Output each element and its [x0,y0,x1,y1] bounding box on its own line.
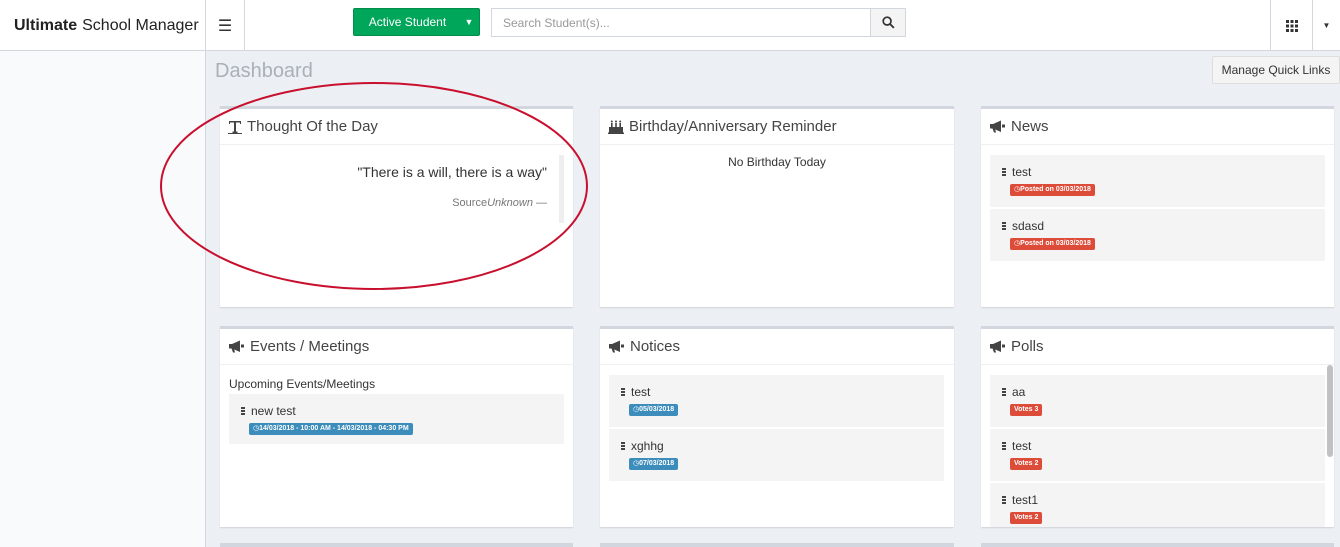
news-date-badge: ◷Posted on 03/03/2018 [1010,238,1095,250]
birthday-cake-icon [608,120,624,134]
news-date-badge: ◷Posted on 03/03/2018 [1010,184,1095,196]
sidebar [0,51,206,547]
thought-of-day-box: Thought Of the Day "There is a will, the… [220,106,573,307]
notices-box: Notices test ◷05/03/2018 xghhg ◷07/03/20… [600,326,954,527]
list-bars-icon [1002,441,1007,451]
poll-votes-badge: Votes 2 [1010,512,1043,524]
grid-icon [1285,19,1298,32]
next-row-box [220,543,573,547]
caret-down-icon[interactable]: ▼ [459,17,479,27]
birthday-title: Birthday/Anniversary Reminder [629,118,837,135]
top-navbar: Ultimate School Manager ☰ Active Student… [0,0,1340,51]
source-dash: — [532,197,547,209]
manage-quick-links-button[interactable]: Manage Quick Links [1212,56,1340,84]
poll-item-title: test1 [1012,493,1039,507]
notice-date-badge: ◷07/03/2018 [629,458,679,470]
notice-item-title: test [631,385,651,399]
next-row-box [981,543,1334,547]
event-item[interactable]: new test ◷14/03/2018 - 10:00 AM - 14/03/… [229,394,564,444]
polls-scrollbar[interactable] [1327,365,1333,457]
app-brand[interactable]: Ultimate School Manager [0,0,206,51]
events-meetings-box: Events / Meetings Upcoming Events/Meetin… [220,326,573,527]
news-box: News test ◷Posted on 03/03/2018 sdasd ◷P… [981,106,1334,307]
search-icon [881,16,895,29]
thought-source: SourceUnknown — [452,197,547,209]
events-title: Events / Meetings [250,338,370,355]
poll-votes-badge: Votes 3 [1010,404,1043,416]
poll-votes-badge: Votes 2 [1010,458,1043,470]
event-date-text: 14/03/2018 - 10:00 AM - 14/03/2018 - 04:… [259,425,409,432]
notice-item-title: xghhg [631,439,664,453]
list-bars-icon [621,387,626,397]
list-bars-icon [1002,495,1007,505]
list-bars-icon [621,441,626,451]
thought-box-header: Thought Of the Day [220,109,573,145]
search-input[interactable] [491,8,871,37]
active-student-button[interactable]: Active Student ▼ [353,8,480,36]
news-box-header: News [981,109,1334,145]
poll-item[interactable]: test Votes 2 [990,429,1325,481]
apps-menu-button[interactable] [1270,0,1313,51]
notices-title: Notices [630,338,681,355]
bullhorn-icon [990,340,1005,353]
event-date-badge: ◷14/03/2018 - 10:00 AM - 14/03/2018 - 04… [249,423,413,435]
news-item[interactable]: test ◷Posted on 03/03/2018 [990,155,1325,207]
sidebar-toggle-button[interactable]: ☰ [206,0,245,51]
bullhorn-icon [229,340,244,353]
bullhorn-icon [990,120,1005,133]
polls-box-header: Polls [981,329,1334,365]
notice-item[interactable]: xghhg ◷07/03/2018 [609,429,944,481]
brand-rest: School Manager [82,16,199,34]
event-item-title: new test [251,404,296,418]
birthday-box-header: Birthday/Anniversary Reminder [600,109,954,145]
hamburger-icon: ☰ [217,17,233,35]
notice-date-text: 07/03/2018 [639,460,675,467]
poll-item[interactable]: test1 Votes 2 [990,483,1325,527]
caret-down-icon: ▼ [1322,21,1331,30]
list-bars-icon [1002,387,1007,397]
news-item-title: sdasd [1012,219,1045,233]
text-cursor-icon [228,120,242,134]
news-date-text: Posted on 03/03/2018 [1020,186,1091,193]
birthday-reminder-box: Birthday/Anniversary Reminder No Birthda… [600,106,954,307]
next-row-box [600,543,954,547]
notice-date-text: 05/03/2018 [639,406,675,413]
news-item[interactable]: sdasd ◷Posted on 03/03/2018 [990,209,1325,261]
thought-quote: "There is a will, there is a way" [357,164,547,180]
polls-title: Polls [1011,338,1044,355]
poll-item-title: test [1012,439,1032,453]
source-value: Unknown [487,197,533,209]
list-bars-icon [1002,167,1007,177]
no-birthday-text: No Birthday Today [728,155,826,169]
source-label: Source [452,197,488,209]
poll-item[interactable]: aa Votes 3 [990,375,1325,427]
bullhorn-icon [609,340,624,353]
list-bars-icon [1002,221,1007,231]
page-title: Dashboard [215,60,313,82]
list-bars-icon [241,406,246,416]
brand-bold: Ultimate [14,16,78,34]
search-button[interactable] [870,8,906,37]
news-date-text: Posted on 03/03/2018 [1020,240,1091,247]
active-student-label: Active Student [368,15,447,29]
thought-title: Thought Of the Day [247,118,378,135]
notices-box-header: Notices [600,329,954,365]
polls-box: Polls aa Votes 3 test Votes 2 test1 Vote… [981,326,1334,527]
notice-date-badge: ◷05/03/2018 [629,404,679,416]
quote-border [559,155,564,223]
poll-item-title: aa [1012,385,1026,399]
events-box-header: Events / Meetings [220,329,573,365]
notice-item[interactable]: test ◷05/03/2018 [609,375,944,427]
news-item-title: test [1012,165,1032,179]
upcoming-events-label: Upcoming Events/Meetings [229,377,376,391]
user-menu-button[interactable]: ▼ [1313,0,1340,51]
news-title: News [1011,118,1049,135]
